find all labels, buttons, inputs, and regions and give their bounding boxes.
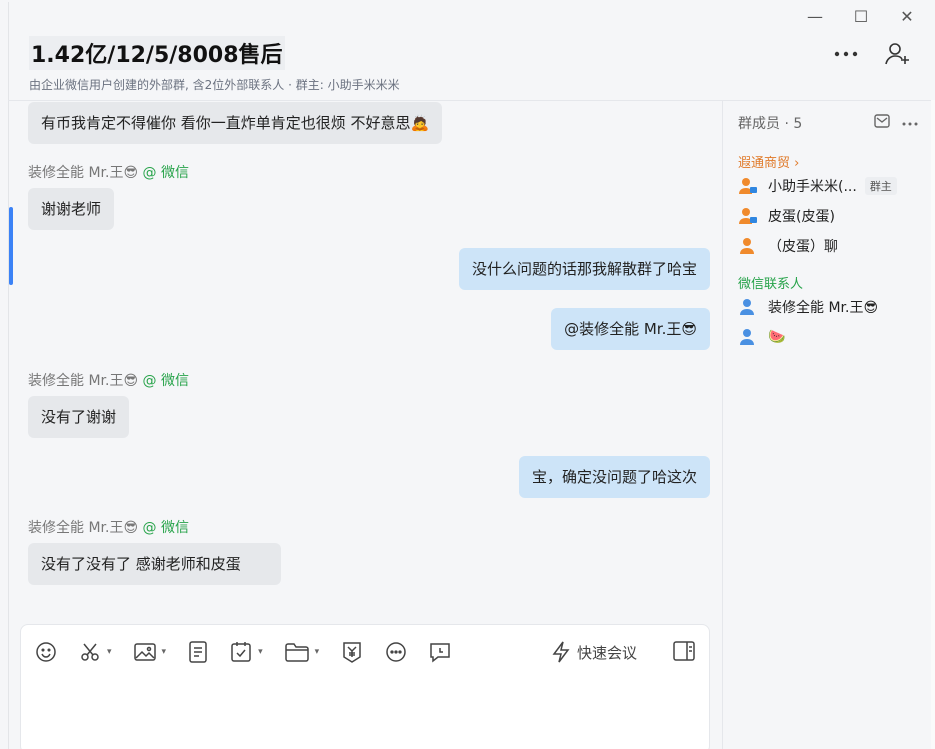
sender-source: @ 微信 [142, 520, 189, 536]
quick-meeting-label: 快速会议 [576, 643, 637, 662]
more-icon[interactable] [832, 40, 860, 68]
composer-toolbar: ▾ ▾ ▾ ▾ 快速会议 [35, 639, 695, 665]
member-item[interactable]: 装修全能 Mr.王😎 [738, 292, 918, 322]
member-name: 小助手米米(... [768, 179, 857, 195]
member-name: （皮蛋）聊 [768, 239, 838, 255]
members-count: 群成员 · 5 [738, 116, 803, 132]
more-circle-icon[interactable] [385, 641, 407, 663]
maximize-button[interactable]: ☐ [852, 8, 870, 26]
message-bubble[interactable]: @装修全能 Mr.王😎 [551, 308, 710, 350]
message-bubble[interactable]: 谢谢老师 [28, 188, 115, 230]
user-icon [738, 298, 760, 316]
message-sender: 装修全能 Mr.王😎 @ 微信 [28, 370, 189, 390]
image-icon[interactable]: ▾ [133, 642, 167, 662]
member-name: 🍉 [768, 329, 786, 345]
user-icon [738, 237, 760, 255]
scroll-edge [931, 100, 935, 749]
message-bubble[interactable]: 有币我肯定不得催你 看你一直炸单肯定也很烦 不好意思🙇 [28, 102, 443, 144]
minimize-button[interactable]: — [806, 8, 824, 26]
close-button[interactable]: ✕ [898, 8, 916, 26]
members-header: 群成员 · 5 [738, 110, 918, 136]
schedule-icon[interactable]: ▾ [230, 641, 263, 663]
message-sender: 装修全能 Mr.王😎 @ 微信 [28, 517, 189, 537]
member-item[interactable]: 小助手米米(... 群主 [738, 171, 918, 201]
emoji-icon[interactable] [35, 641, 57, 663]
chevron-down-icon[interactable]: ▾ [162, 647, 167, 657]
wechat-group-label: 微信联系人 [738, 277, 804, 292]
corp-user-icon [738, 177, 760, 195]
group-title[interactable]: 1.42亿/12/5/8008售后 [29, 36, 285, 70]
chevron-down-icon[interactable]: ▾ [258, 647, 263, 657]
members-actions [874, 114, 918, 132]
sender-name[interactable]: 装修全能 Mr.王😎 [28, 373, 138, 389]
sender-name[interactable]: 装修全能 Mr.王😎 [28, 520, 138, 536]
message-bubble[interactable]: 没有了没有了 感谢老师和皮蛋 [28, 543, 281, 585]
lightning-icon [552, 641, 570, 663]
chat-record-icon[interactable] [429, 641, 451, 663]
message-list[interactable]: 有币我肯定不得催你 看你一直炸单肯定也很烦 不好意思🙇 装修全能 Mr.王😎 @… [20, 100, 710, 605]
sidebar-divider [722, 100, 723, 749]
message-bubble[interactable]: 没什么问题的话那我解散群了哈宝 [458, 248, 710, 290]
message-bubble[interactable]: 没有了谢谢 [28, 396, 130, 438]
sender-source: @ 微信 [142, 165, 189, 181]
message-sender: 装修全能 Mr.王😎 @ 微信 [28, 162, 189, 182]
sender-source: @ 微信 [142, 373, 189, 389]
side-panel-icon[interactable] [673, 641, 695, 665]
corp-user-icon [738, 207, 760, 225]
more-icon[interactable] [902, 114, 918, 132]
chat-header: 1.42亿/12/5/8008售后 由企业微信用户创建的外部群, 含2位外部联系… [29, 36, 912, 96]
member-item[interactable]: （皮蛋）聊 [738, 231, 918, 261]
red-packet-icon[interactable] [341, 641, 363, 663]
chevron-down-icon[interactable]: ▾ [315, 647, 320, 657]
user-icon [738, 328, 760, 346]
add-member-icon[interactable] [884, 40, 912, 68]
member-name: 皮蛋(皮蛋) [768, 209, 835, 225]
group-subtitle: 由企业微信用户创建的外部群, 含2位外部联系人 · 群主: 小助手米米米 [29, 78, 400, 92]
quick-meeting-button[interactable]: 快速会议 [551, 639, 637, 665]
member-item[interactable]: 皮蛋(皮蛋) [738, 201, 918, 231]
active-indicator [9, 207, 13, 285]
owner-badge: 群主 [864, 177, 897, 195]
member-sidebar: 群成员 · 5 遐通商贸 › 小助手米米(... 群主 皮蛋(皮蛋) （皮蛋）聊… [738, 110, 918, 352]
chevron-down-icon[interactable]: ▾ [107, 647, 112, 657]
mail-icon[interactable] [874, 114, 890, 132]
window-controls: — ☐ ✕ [806, 8, 916, 26]
sender-name[interactable]: 装修全能 Mr.王😎 [28, 165, 138, 181]
document-icon[interactable] [188, 641, 208, 663]
member-name: 装修全能 Mr.王😎 [768, 300, 879, 316]
message-bubble[interactable]: 宝，确定没问题了哈这次 [518, 456, 710, 498]
header-actions [832, 40, 912, 68]
company-group-label[interactable]: 遐通商贸 › [738, 152, 918, 171]
folder-icon[interactable]: ▾ [284, 642, 320, 662]
member-item[interactable]: 🍉 [738, 322, 918, 352]
message-composer[interactable]: ▾ ▾ ▾ ▾ 快速会议 [20, 624, 710, 749]
screenshot-icon[interactable]: ▾ [79, 641, 112, 663]
